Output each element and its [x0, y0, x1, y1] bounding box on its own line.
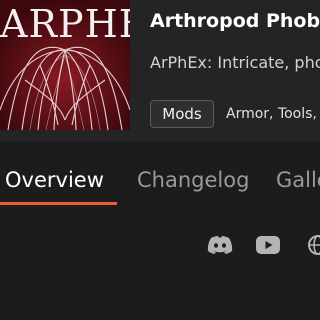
discord-icon[interactable] [206, 234, 234, 256]
project-tabs: Overview Changelog Gallery [0, 142, 320, 206]
external-links [0, 226, 320, 266]
tab-overview[interactable]: Overview [5, 168, 104, 192]
active-tab-indicator [0, 202, 117, 205]
project-summary: ArPhEx: Intricate, phobia-inducing arthr… [150, 53, 320, 72]
project-categories[interactable]: Armor, Tools, and Weapons [226, 106, 320, 122]
project-page: ARPHEX Arthropod Phobia Expansions ArPhE… [0, 0, 320, 320]
project-header: ARPHEX Arthropod Phobia Expansions ArPhE… [0, 0, 320, 142]
project-logo: ARPHEX [0, 0, 130, 130]
mods-tag[interactable]: Mods [150, 100, 214, 128]
tab-changelog[interactable]: Changelog [137, 168, 249, 192]
youtube-icon[interactable] [254, 234, 282, 256]
logo-wordmark: ARPHEX [0, 2, 130, 46]
project-title[interactable]: Arthropod Phobia Expansions [150, 10, 320, 32]
globe-icon[interactable] [304, 234, 320, 256]
tab-gallery[interactable]: Gallery [276, 168, 320, 192]
